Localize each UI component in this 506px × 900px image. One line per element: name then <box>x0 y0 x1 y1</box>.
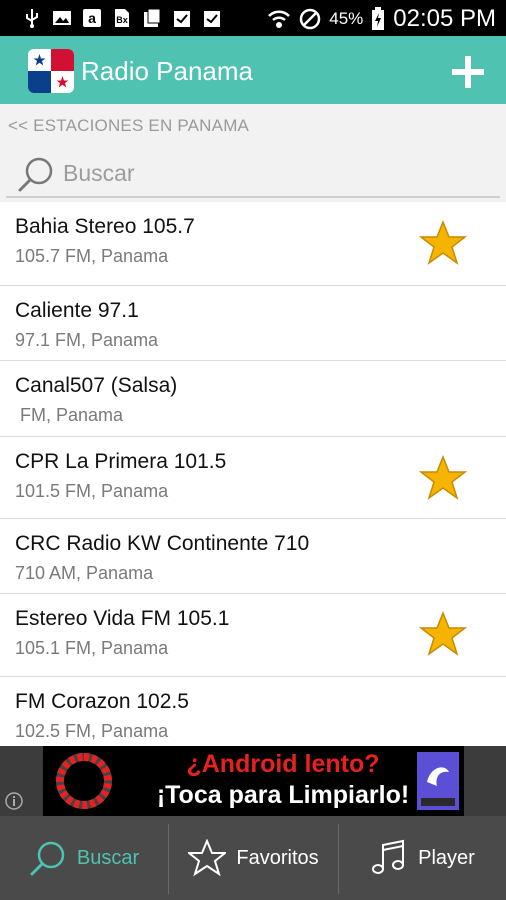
cleaner-ring-icon <box>56 753 112 809</box>
tab-label: Player <box>418 846 475 869</box>
status-bar: a Bx 45% 02:05 PM <box>0 0 506 36</box>
favorite-star-icon[interactable] <box>419 610 467 658</box>
tab-favoritos[interactable]: Favoritos <box>169 816 338 900</box>
wifi-icon <box>268 10 291 28</box>
station-frequency: FM, Panama <box>15 405 124 425</box>
ad-bar: ¿Android lento? ¡Toca para Limpiarlo! <box>0 746 506 816</box>
favorite-star-icon[interactable] <box>419 454 467 502</box>
search-input[interactable] <box>61 156 485 190</box>
back-link-stations[interactable]: << ESTACIONES EN PANAMA <box>8 116 249 136</box>
search-icon <box>30 841 65 876</box>
station-frequency: 102.5 FM, Panama <box>15 721 169 741</box>
list-item[interactable]: FM Corazon 102.5 102.5 FM, Panama <box>0 677 506 746</box>
station-name: Caliente 97.1 <box>15 299 139 322</box>
list-item[interactable]: CPR La Primera 101.5 101.5 FM, Panama <box>0 437 506 519</box>
search-icon <box>18 157 53 192</box>
list-item[interactable]: Estereo Vida FM 105.1 105.1 FM, Panama <box>0 594 506 677</box>
station-frequency: 105.7 FM, Panama <box>15 246 169 266</box>
battery-icon <box>372 7 385 30</box>
tab-buscar[interactable]: Buscar <box>0 816 168 900</box>
station-name: Bahia Stereo 105.7 <box>15 215 195 238</box>
station-name: CRC Radio KW Continente 710 <box>15 532 310 555</box>
tab-label: Favoritos <box>236 846 319 869</box>
station-name: Estereo Vida FM 105.1 <box>15 607 230 630</box>
bottom-tab-bar: Buscar Favoritos Player <box>0 816 506 900</box>
usb-icon <box>26 9 38 28</box>
amazon-icon: a <box>83 9 101 27</box>
favorite-star-icon[interactable] <box>419 219 467 267</box>
svg-text:a: a <box>88 10 96 26</box>
station-name: CPR La Primera 101.5 <box>15 450 227 473</box>
ad-banner[interactable]: ¿Android lento? ¡Toca para Limpiarlo! <box>43 746 464 816</box>
station-frequency: 105.1 FM, Panama <box>15 638 169 658</box>
clock: 02:05 PM <box>393 5 496 32</box>
battery-percent: 45% <box>329 9 364 28</box>
station-frequency: 710 AM, Panama <box>15 563 154 583</box>
clipboard-icon <box>144 8 161 27</box>
station-frequency: 101.5 FM, Panama <box>15 481 169 501</box>
tab-player[interactable]: Player <box>339 816 506 900</box>
ad-headline: ¿Android lento? <box>186 750 380 778</box>
notification-icons: a Bx <box>22 8 222 28</box>
star-outline-icon <box>188 839 227 877</box>
panama-flag-icon[interactable] <box>28 49 74 93</box>
list-item[interactable]: Canal507 (Salsa) FM, Panama <box>0 361 506 437</box>
app-store-badge-icon <box>417 752 459 810</box>
bx-icon: Bx <box>115 9 129 27</box>
status-right: 45% 02:05 PM <box>267 5 496 33</box>
blocked-icon <box>299 8 321 30</box>
list-item[interactable]: Caliente 97.1 97.1 FM, Panama <box>0 286 506 361</box>
clipboard-check-icon <box>204 11 220 27</box>
list-item[interactable]: CRC Radio KW Continente 710 710 AM, Pana… <box>0 519 506 594</box>
info-icon[interactable] <box>5 792 23 810</box>
station-name: Canal507 (Salsa) <box>15 374 178 397</box>
app-title: Radio Panama <box>81 56 253 86</box>
svg-text:Bx: Bx <box>116 15 128 25</box>
station-frequency: 97.1 FM, Panama <box>15 330 159 350</box>
music-note-icon <box>372 839 405 874</box>
station-list: Bahia Stereo 105.7 105.7 FM, Panama Cali… <box>0 202 506 746</box>
app-bar: Radio Panama <box>0 36 506 104</box>
add-button[interactable] <box>448 52 488 92</box>
tab-label: Buscar <box>76 846 140 869</box>
clipboard-check-icon <box>174 11 190 27</box>
ad-subline: ¡Toca para Limpiarlo! <box>156 781 410 809</box>
search-bar <box>6 150 500 198</box>
list-item[interactable]: Bahia Stereo 105.7 105.7 FM, Panama <box>0 202 506 286</box>
station-name: FM Corazon 102.5 <box>15 690 189 713</box>
image-icon <box>53 11 71 25</box>
